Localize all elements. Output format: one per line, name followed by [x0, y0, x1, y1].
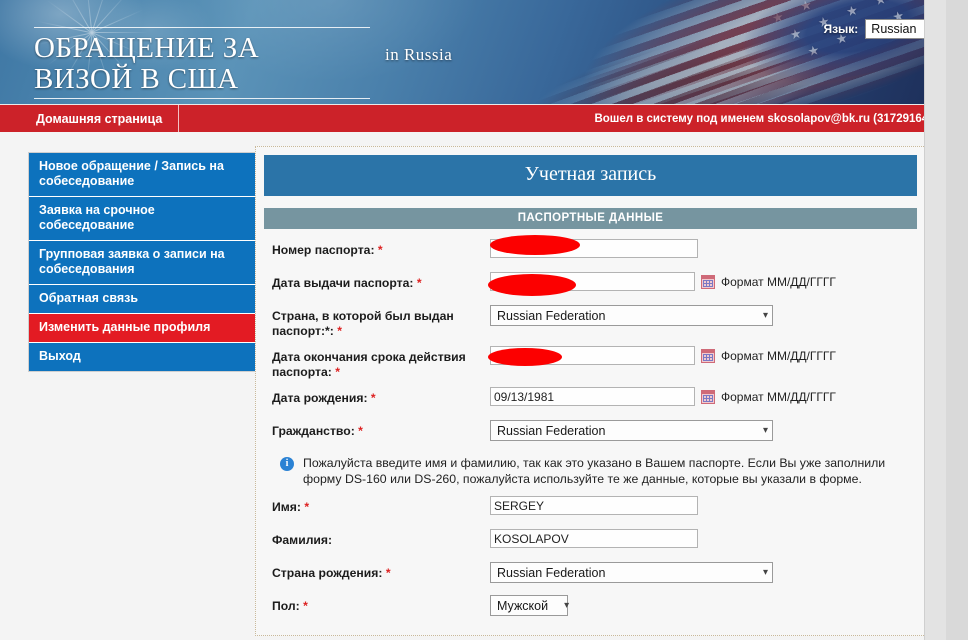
site-banner: ★ ★ ★ ★ ★ ★ ★ ★ ★ ★ ★ ★ ОБРАЩЕНИЕ ЗА ВИЗ… [0, 0, 946, 104]
calendar-icon[interactable] [701, 274, 715, 289]
sidebar-menu: Новое обращение / Запись на собеседовани… [28, 152, 261, 372]
sidebar-item-group-request[interactable]: Групповая заявка о записи на собеседован… [29, 241, 260, 285]
sidebar-item-urgent-request[interactable]: Заявка на срочное собеседование [29, 197, 260, 241]
sidebar-item-feedback[interactable]: Обратная связь [29, 285, 260, 314]
birth-date-input[interactable] [490, 387, 695, 406]
page-title: Учетная запись [264, 155, 917, 196]
gender-select[interactable]: Мужской ▾ [490, 595, 570, 616]
info-icon: i [280, 457, 294, 471]
content-area: Учетная запись ПАСПОРТНЫЕ ДАННЫЕ Номер п… [243, 132, 946, 640]
birth-country-value: Russian Federation [497, 565, 606, 580]
chevron-down-icon: ▾ [762, 567, 768, 578]
birth-country-select[interactable]: Russian Federation ▾ [490, 562, 773, 583]
label-passport-number: Номер паспорта: * [272, 243, 383, 257]
label-birth-date: Дата рождения: * [272, 391, 376, 405]
language-label: Язык: [823, 22, 859, 36]
sidebar-item-edit-profile[interactable]: Изменить данные профиля [29, 314, 260, 343]
section-header-passport: ПАСПОРТНЫЕ ДАННЫЕ [264, 208, 917, 229]
logged-in-status: Вошел в систему под именем skosolapov@bk… [594, 112, 932, 125]
site-title: ОБРАЩЕНИЕ ЗА ВИЗОЙ В США [34, 27, 370, 99]
issue-date-input[interactable] [490, 272, 695, 291]
row-gender: Пол: * Мужской ▾ [272, 595, 913, 621]
account-panel: Учетная запись ПАСПОРТНЫЕ ДАННЫЕ Номер п… [255, 146, 926, 636]
row-first-name: Имя: * [272, 496, 913, 522]
chevron-down-icon: ▾ [762, 310, 768, 321]
citizenship-value: Russian Federation [497, 423, 606, 438]
field-gender: Мужской ▾ [490, 595, 570, 616]
first-name-input[interactable] [490, 496, 698, 515]
chevron-down-icon: ▾ [564, 600, 570, 611]
label-gender: Пол: * [272, 599, 308, 613]
field-issue-country: Russian Federation ▾ [490, 305, 773, 326]
field-first-name [490, 496, 698, 515]
issue-date-format-hint: Формат ММ/ДД/ГГГГ [721, 274, 836, 289]
label-last-name: Фамилия: [272, 533, 333, 547]
label-expiry-date: Дата окончания срока действия паспорта: … [272, 350, 466, 379]
issue-country-select[interactable]: Russian Federation ▾ [490, 305, 773, 326]
issue-country-value: Russian Federation [497, 308, 606, 323]
required-marker: * [377, 243, 383, 257]
label-issue-country: Страна, в которой был выдан паспорт:*: * [272, 309, 454, 338]
row-birth-date: Дата рождения: * Формат ММ/ДД/ГГГГ [272, 387, 913, 413]
row-citizenship: Гражданство: * Russian Federation ▾ [272, 420, 913, 446]
row-passport-number: Номер паспорта: * [272, 235, 913, 265]
field-citizenship: Russian Federation ▾ [490, 420, 773, 441]
field-passport-number [490, 235, 698, 258]
sidebar-item-logout[interactable]: Выход [29, 343, 260, 371]
expiry-date-format-hint: Формат ММ/ДД/ГГГГ [721, 348, 836, 363]
language-switcher: Язык: Russian ▾ [823, 19, 934, 39]
sidebar: Новое обращение / Запись на собеседовани… [0, 132, 261, 640]
field-issue-date: Формат ММ/ДД/ГГГГ [488, 272, 836, 296]
page-body: Новое обращение / Запись на собеседовани… [0, 132, 946, 640]
citizenship-select[interactable]: Russian Federation ▾ [490, 420, 773, 441]
nav-item-home[interactable]: Домашняя страница [0, 104, 180, 133]
page-scrollbar-gutter[interactable] [924, 0, 946, 640]
sidebar-item-new-application[interactable]: Новое обращение / Запись на собеседовани… [29, 153, 260, 197]
expiry-date-input[interactable] [490, 346, 695, 365]
calendar-icon[interactable] [701, 389, 715, 404]
page-root: ★ ★ ★ ★ ★ ★ ★ ★ ★ ★ ★ ★ ОБРАЩЕНИЕ ЗА ВИЗ… [0, 0, 946, 640]
label-birth-country: Страна рождения: * [272, 566, 391, 580]
label-first-name: Имя: * [272, 500, 310, 514]
primary-nav: Домашняя страница Вошел в систему под им… [0, 104, 946, 133]
site-subtitle: in Russia [385, 45, 453, 64]
calendar-icon[interactable] [701, 348, 715, 363]
form-note-text: Пожалуйста введите имя и фамилию, так ка… [303, 456, 886, 486]
birth-date-format-hint: Формат ММ/ДД/ГГГГ [721, 389, 836, 404]
form-note: i Пожалуйста введите имя и фамилию, так … [280, 455, 913, 487]
field-last-name [490, 529, 698, 548]
row-issue-date: Дата выдачи паспорта: * Формат ММ/ДД/ГГГ… [272, 272, 913, 298]
passport-number-input[interactable] [490, 239, 698, 258]
label-issue-date: Дата выдачи паспорта: * [272, 276, 422, 290]
last-name-input[interactable] [490, 529, 698, 548]
field-birth-date: Формат ММ/ДД/ГГГГ [490, 387, 836, 406]
passport-form: Номер паспорта: * Дата выдачи паспорта: … [264, 235, 917, 621]
field-expiry-date: Формат ММ/ДД/ГГГГ [488, 346, 836, 366]
row-expiry-date: Дата окончания срока действия паспорта: … [272, 346, 913, 380]
label-citizenship: Гражданство: * [272, 424, 363, 438]
field-birth-country: Russian Federation ▾ [490, 562, 773, 583]
chevron-down-icon: ▾ [762, 425, 768, 436]
row-issue-country: Страна, в которой был выдан паспорт:*: *… [272, 305, 913, 339]
row-last-name: Фамилия: [272, 529, 913, 555]
gender-value: Мужской [497, 598, 549, 613]
row-birth-country: Страна рождения: * Russian Federation ▾ [272, 562, 913, 588]
language-selected-value: Russian [871, 21, 917, 36]
